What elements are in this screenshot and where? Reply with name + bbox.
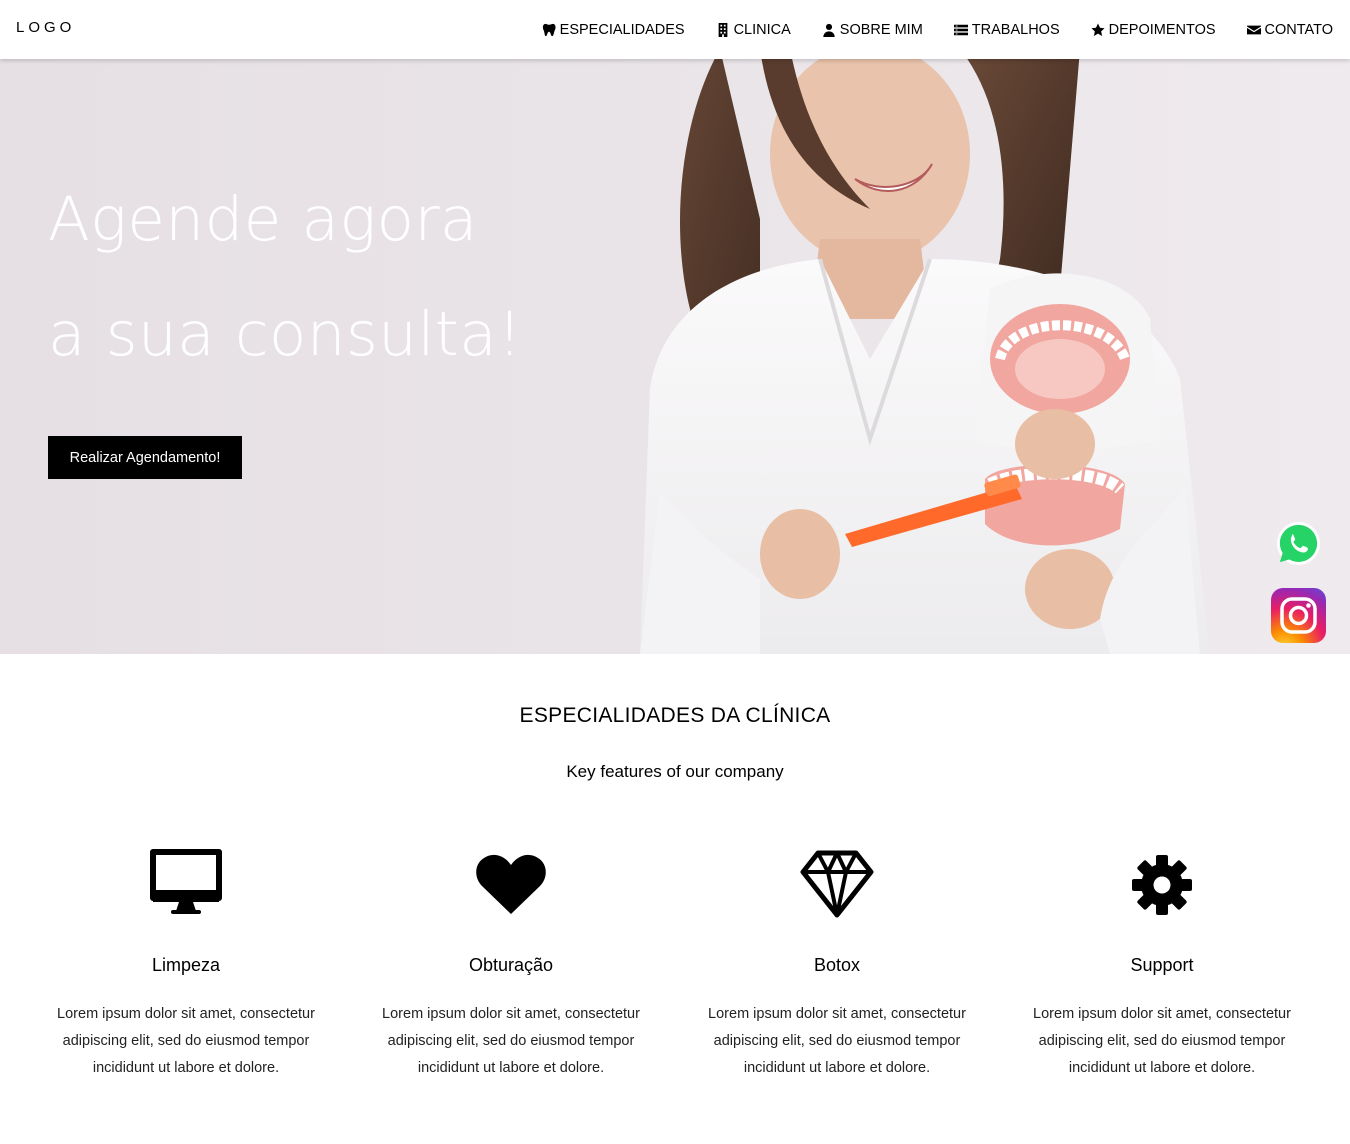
feature-text: Lorem ipsum dolor sit amet, consectetur … bbox=[57, 1006, 315, 1076]
desktop-icon bbox=[150, 849, 222, 914]
feature-title: Botox bbox=[813, 955, 861, 975]
whatsapp-icon[interactable] bbox=[1275, 520, 1322, 567]
list-icon bbox=[953, 24, 968, 35]
feature-title: Obturação bbox=[468, 955, 554, 975]
feature-card: Obturação Lorem ipsum dolor sit amet, co… bbox=[366, 848, 656, 1082]
star-icon bbox=[1091, 22, 1105, 36]
heart-icon bbox=[476, 854, 546, 914]
nav-item-clinica[interactable]: CLINICA bbox=[716, 22, 791, 38]
logo[interactable]: LOGO bbox=[16, 19, 75, 36]
nav-item-trabalhos[interactable]: TRABALHOS bbox=[953, 21, 1060, 38]
feature-card: Limpeza Lorem ipsum dolor sit amet, cons… bbox=[41, 848, 331, 1082]
nav-label: CONTATO bbox=[1264, 21, 1333, 38]
gear-icon bbox=[1132, 855, 1192, 915]
hero-banner: Agende agora a sua consulta! Realizar Ag… bbox=[0, 59, 1350, 654]
instagram-glyph bbox=[1280, 597, 1317, 634]
nav-item-depoimentos[interactable]: DEPOIMENTOS bbox=[1091, 22, 1216, 38]
feature-title: Support bbox=[1130, 955, 1194, 975]
section-title: ESPECIALIDADES DA CLÍNICA bbox=[519, 704, 831, 727]
nav-label: CLINICA bbox=[733, 21, 791, 38]
nav-item-especialidades[interactable]: ESPECIALIDADES bbox=[542, 22, 685, 38]
nav-label: SOBRE MIM bbox=[839, 21, 923, 38]
hero-title-line2: a sua consulta! bbox=[48, 299, 523, 370]
feature-text: Lorem ipsum dolor sit amet, consectetur … bbox=[1033, 1006, 1291, 1076]
section-subtitle: Key features of our company bbox=[566, 762, 784, 781]
nav-label: DEPOIMENTOS bbox=[1108, 21, 1216, 38]
feature-text: Lorem ipsum dolor sit amet, consectetur … bbox=[708, 1006, 966, 1076]
instagram-icon[interactable] bbox=[1271, 588, 1326, 643]
nav-menu: ESPECIALIDADES CLINICA SOBRE MIM TRABALH… bbox=[511, 0, 1333, 59]
feature-card: Support Lorem ipsum dolor sit amet, cons… bbox=[1017, 848, 1307, 1082]
envelope-icon bbox=[1246, 25, 1261, 34]
nav-label: TRABALHOS bbox=[971, 21, 1060, 38]
schedule-button[interactable]: Realizar Agendamento! bbox=[48, 436, 242, 479]
top-navbar: LOGO ESPECIALIDADES CLINICA SOBRE MIM TR… bbox=[0, 0, 1350, 59]
nav-item-sobre-mim[interactable]: SOBRE MIM bbox=[822, 22, 923, 38]
user-icon bbox=[823, 23, 835, 37]
hero-title-line1: Agende agora bbox=[48, 184, 478, 255]
diamond-icon bbox=[800, 850, 874, 918]
feature-title: Limpeza bbox=[151, 955, 221, 975]
building-icon bbox=[718, 22, 727, 37]
feature-text: Lorem ipsum dolor sit amet, consectetur … bbox=[382, 1006, 640, 1076]
nav-label: ESPECIALIDADES bbox=[559, 21, 685, 38]
nav-item-contato[interactable]: CONTATO bbox=[1246, 21, 1333, 38]
feature-card: Botox Lorem ipsum dolor sit amet, consec… bbox=[692, 848, 982, 1082]
tooth-icon bbox=[542, 23, 556, 36]
